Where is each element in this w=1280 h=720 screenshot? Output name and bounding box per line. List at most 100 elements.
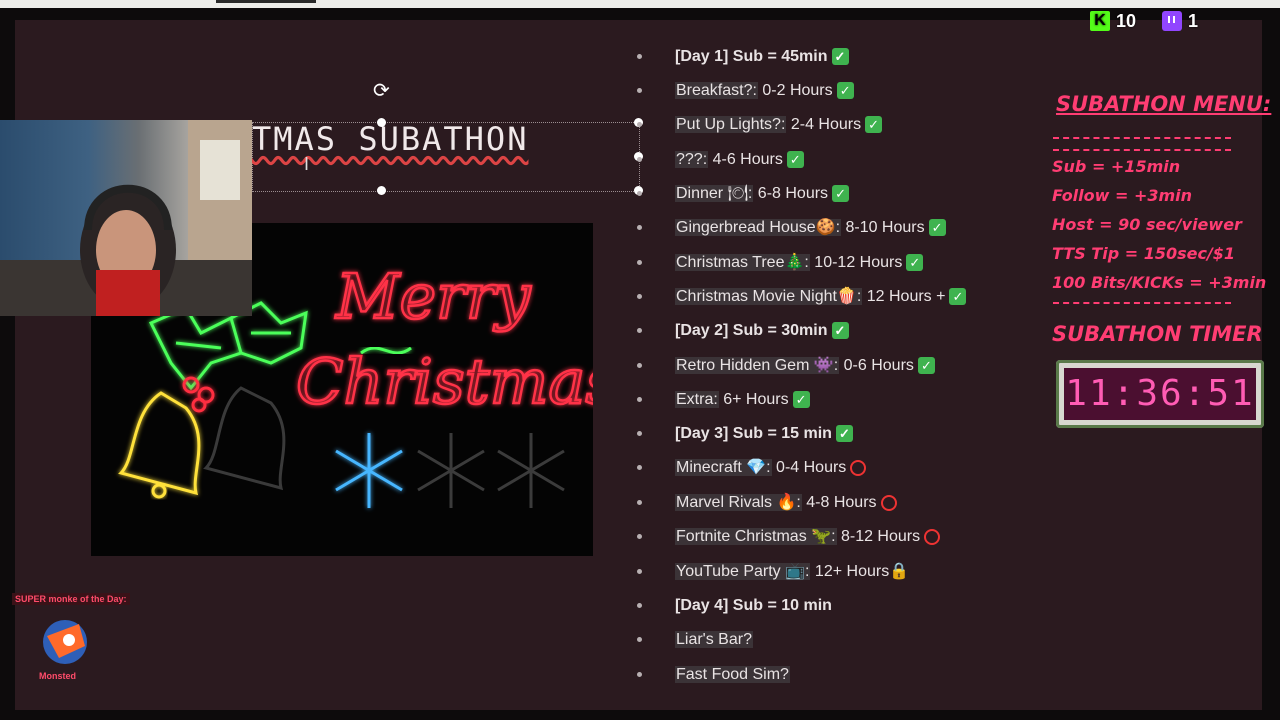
menu-line-bits: 100 Bits/KICKs = +3min [1052, 273, 1267, 292]
list-bullet [637, 397, 642, 402]
schedule-item-label: Minecraft 💎: [675, 459, 772, 476]
list-bullet [637, 191, 642, 196]
schedule-item-label: Christmas Movie Night🍿: [675, 288, 863, 305]
schedule-item[interactable]: Breakfast?: 0-2 Hours ✓ [675, 79, 854, 103]
check-icon: ✓ [832, 185, 850, 203]
menu-line-tts: TTS Tip = 150sec/$1 [1052, 244, 1236, 263]
schedule-item[interactable]: Christmas Movie Night🍿: 12 Hours + ✓ [675, 285, 967, 309]
schedule-day-header[interactable]: [Day 3] Sub = 15 min ✓ [675, 422, 853, 446]
twitch-icon [1162, 11, 1182, 31]
neon-text-christmas: Christmas [296, 345, 593, 418]
list-bullet [637, 672, 642, 677]
monke-avatar [39, 618, 91, 666]
browser-top-strip [0, 0, 1280, 8]
list-bullet [637, 500, 642, 505]
monke-of-day-label: SUPER monke of the Day: [12, 593, 130, 605]
schedule-item-label: Fast Food Sim? [675, 666, 790, 683]
resize-handle-top[interactable] [377, 118, 386, 127]
schedule-item-label: ???: [675, 151, 709, 168]
list-bullet [637, 603, 642, 608]
schedule-day-header[interactable]: [Day 4] Sub = 10 min [675, 594, 832, 618]
schedule-item-hours: 8-12 Hours [836, 528, 921, 545]
schedule-item-label: Liar's Bar? [675, 631, 753, 648]
schedule-item-hours: 0-4 Hours [771, 459, 847, 476]
schedule-item[interactable]: Minecraft 💎: 0-4 Hours [675, 456, 867, 480]
schedule-item[interactable]: Liar's Bar? [675, 628, 753, 652]
check-icon: ✓ [836, 82, 854, 100]
schedule-day-header[interactable]: [Day 1] Sub = 45min ✓ [675, 45, 849, 69]
list-bullet [637, 260, 642, 265]
rotate-handle-icon[interactable]: ⟳ [373, 78, 390, 103]
schedule-item-label: Breakfast?: [675, 82, 758, 99]
schedule-item-hours: 12 Hours + [862, 288, 946, 305]
check-icon: ✓ [917, 357, 935, 375]
schedule-item[interactable]: Gingerbread House🍪: 8-10 Hours ✓ [675, 216, 946, 240]
schedule-item-label: Fortnite Christmas 🦖: [675, 528, 837, 545]
schedule-item-label: [Day 3] Sub = 15 min [675, 425, 832, 442]
subathon-timer: 11:36:51 [1056, 360, 1264, 428]
divider [1053, 149, 1231, 151]
menu-line-host: Host = 90 sec/viewer [1052, 215, 1242, 234]
menu-line-sub: Sub = +15min [1052, 157, 1181, 176]
monke-name: Monsted [39, 671, 76, 681]
snowflake-blue-icon [335, 433, 403, 508]
divider [1053, 302, 1231, 304]
schedule-item[interactable]: ???: 4-6 Hours ✓ [675, 148, 804, 172]
schedule-item-hours: 12+ Hours🔒 [810, 563, 910, 580]
subathon-menu-title: SUBATHON MENU: [1056, 92, 1272, 116]
schedule-item-label: Christmas Tree🎄: [675, 254, 810, 271]
schedule-item-label: Gingerbread House🍪: [675, 219, 842, 236]
check-icon: ✓ [928, 219, 946, 237]
kick-count: 10 [1116, 10, 1137, 31]
schedule-item-label: [Day 4] Sub = 10 min [675, 597, 832, 614]
list-bullet [637, 328, 642, 333]
check-icon: ✓ [786, 151, 804, 169]
list-bullet [637, 122, 642, 127]
schedule-item-hours: 4-8 Hours [801, 494, 877, 511]
list-bullet [637, 465, 642, 470]
schedule-item[interactable]: Marvel Rivals 🔥: 4-8 Hours [675, 491, 897, 515]
subathon-timer-title: SUBATHON TIMER [1052, 322, 1263, 346]
snowflake-grey-icon [417, 433, 565, 508]
schedule-item-hours: 4-6 Hours [708, 151, 783, 168]
schedule-item[interactable]: YouTube Party 📺: 12+ Hours🔒 [675, 560, 909, 584]
schedule-item-hours: 2-4 Hours [786, 116, 862, 133]
schedule-item[interactable]: Fast Food Sim? [675, 663, 790, 687]
schedule-item-label: Retro Hidden Gem 👾: [675, 357, 840, 374]
list-bullet [637, 88, 642, 93]
schedule-item[interactable]: Extra: 6+ Hours ✓ [675, 388, 810, 412]
list-bullet [637, 294, 642, 299]
schedule-item[interactable]: Dinner 🍽: 6-8 Hours ✓ [675, 182, 850, 206]
schedule-item[interactable]: Put Up Lights?: 2-4 Hours ✓ [675, 113, 883, 137]
schedule-item-hours: 6-8 Hours [753, 185, 829, 202]
check-icon: ✓ [835, 425, 853, 443]
schedule-item-hours: 10-12 Hours [809, 254, 903, 271]
schedule-item-label: Extra: [675, 391, 719, 408]
kick-counter: K 10 [1090, 8, 1136, 34]
webcam-overlay [0, 120, 252, 316]
check-icon: ✓ [831, 48, 849, 66]
slide-title[interactable]: TMAS SUBATHON [252, 120, 528, 158]
schedule-item-label: Put Up Lights?: [675, 116, 787, 133]
schedule-item[interactable]: Fortnite Christmas 🦖: 8-12 Hours [675, 525, 941, 549]
schedule-item-label: Dinner 🍽: [675, 185, 754, 202]
list-bullet [637, 157, 642, 162]
twitch-count: 1 [1188, 10, 1199, 31]
list-bullet [637, 54, 642, 59]
twitch-counter: 1 [1162, 8, 1198, 34]
resize-handle-bottom[interactable] [377, 186, 386, 195]
schedule-day-header[interactable]: [Day 2] Sub = 30min ✓ [675, 319, 849, 343]
check-icon: ✓ [906, 254, 924, 272]
check-icon: ✓ [865, 116, 883, 134]
schedule-item-label: Marvel Rivals 🔥: [675, 494, 802, 511]
list-bullet [637, 431, 642, 436]
schedule-item-hours: 0-2 Hours [757, 82, 833, 99]
check-icon: ✓ [831, 322, 849, 340]
list-bullet [637, 363, 642, 368]
schedule-item[interactable]: Retro Hidden Gem 👾: 0-6 Hours ✓ [675, 354, 935, 378]
list-bullet [637, 534, 642, 539]
schedule-item[interactable]: Christmas Tree🎄: 10-12 Hours ✓ [675, 251, 924, 275]
list-bullet [637, 225, 642, 230]
menu-line-follow: Follow = +3min [1052, 186, 1193, 205]
pending-circle-icon [850, 459, 867, 476]
